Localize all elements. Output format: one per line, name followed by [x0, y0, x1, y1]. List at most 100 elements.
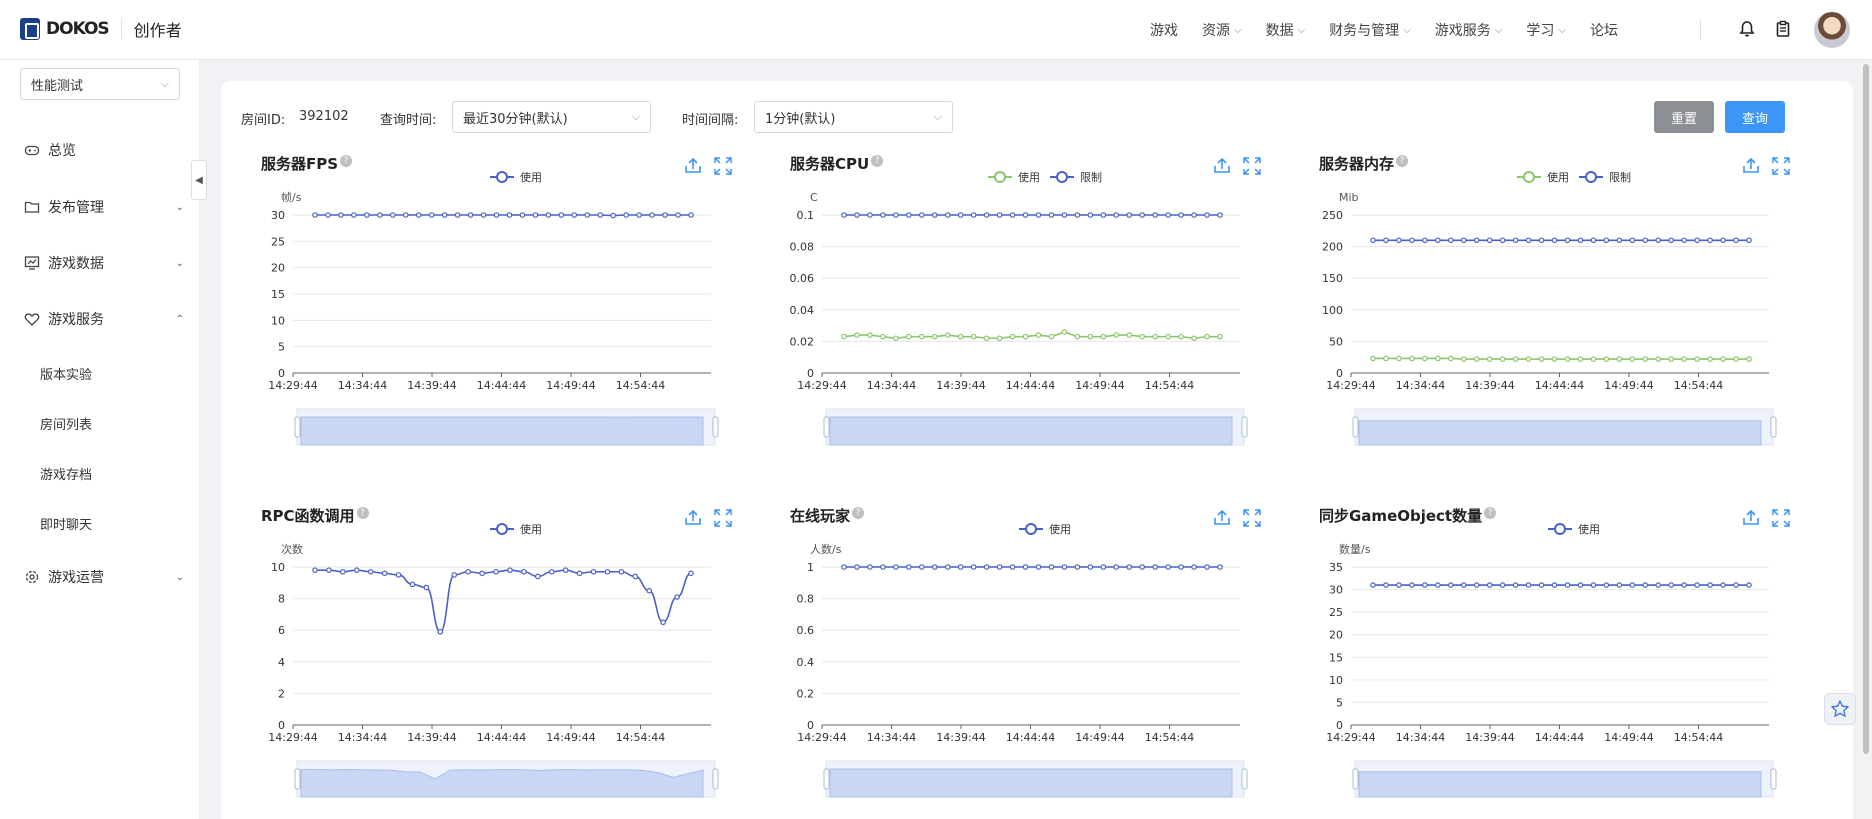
scrollbar-thumb[interactable] — [1863, 64, 1869, 754]
export-icon[interactable] — [1214, 157, 1230, 173]
legend-item[interactable]: 使用 — [490, 171, 542, 184]
data-point[interactable] — [688, 212, 694, 218]
data-point[interactable] — [1074, 333, 1081, 340]
data-point[interactable] — [1191, 564, 1197, 570]
data-point[interactable] — [1061, 329, 1068, 335]
data-point[interactable] — [1370, 582, 1376, 588]
data-point[interactable] — [338, 212, 344, 218]
sidebar-collapse-button[interactable]: ◀ — [191, 160, 207, 200]
data-point[interactable] — [1074, 564, 1081, 570]
zoom-handle-right[interactable] — [712, 768, 719, 790]
data-point[interactable] — [377, 212, 383, 218]
data-point[interactable] — [1383, 355, 1389, 362]
zoom-handle-right[interactable] — [1241, 768, 1248, 790]
data-point[interactable] — [893, 564, 899, 570]
data-point[interactable] — [480, 212, 487, 218]
data-point[interactable] — [1009, 333, 1016, 340]
data-point[interactable] — [1746, 582, 1752, 588]
zoom-handle-right[interactable] — [712, 416, 719, 438]
data-point[interactable] — [1629, 356, 1636, 362]
data-point[interactable] — [1100, 212, 1107, 218]
data-point[interactable] — [389, 212, 396, 218]
legend-item[interactable]: 使用 — [490, 523, 542, 536]
data-point[interactable] — [1409, 582, 1415, 588]
interval-select[interactable]: 1分钟(默认) ⌵ — [754, 101, 953, 133]
data-point[interactable] — [1126, 564, 1133, 570]
sidebar-item-2[interactable]: 游戏数据 ⌄ — [24, 253, 184, 273]
data-point[interactable] — [576, 570, 583, 577]
data-point[interactable] — [854, 564, 860, 570]
data-point[interactable] — [996, 335, 1003, 342]
nav-item-2[interactable]: 数据 ⌵ — [1266, 20, 1306, 40]
data-point[interactable] — [1152, 212, 1158, 218]
data-point[interactable] — [1694, 356, 1700, 362]
data-zoom-slider[interactable] — [823, 760, 1248, 798]
data-point[interactable] — [1435, 582, 1441, 588]
data-point[interactable] — [660, 619, 666, 626]
data-point[interactable] — [906, 333, 912, 340]
data-point[interactable] — [402, 212, 409, 218]
logo[interactable]: DOKOS 创作者 — [20, 17, 182, 41]
reset-button[interactable]: 重置 — [1654, 101, 1714, 133]
query-button[interactable]: 查询 — [1725, 101, 1785, 133]
data-point[interactable] — [1217, 564, 1223, 570]
data-point[interactable] — [597, 212, 604, 218]
zoom-handle-left[interactable] — [294, 768, 301, 790]
data-point[interactable] — [1126, 332, 1133, 338]
data-point[interactable] — [944, 212, 951, 218]
data-point[interactable] — [841, 212, 847, 218]
data-point[interactable] — [1629, 582, 1636, 588]
data-point[interactable] — [841, 564, 847, 570]
data-point[interactable] — [1139, 333, 1146, 340]
data-point[interactable] — [1447, 237, 1454, 244]
data-point[interactable] — [1720, 582, 1726, 588]
fullscreen-icon[interactable] — [1772, 509, 1790, 527]
data-zoom-slider[interactable] — [1352, 408, 1777, 446]
favorite-button[interactable] — [1824, 693, 1856, 725]
data-point[interactable] — [1022, 333, 1029, 340]
zoom-handle-left[interactable] — [294, 416, 301, 438]
export-icon[interactable] — [685, 157, 701, 173]
clipboard-icon[interactable] — [1774, 20, 1792, 38]
data-point[interactable] — [1668, 582, 1675, 588]
data-point[interactable] — [1616, 237, 1623, 244]
data-point[interactable] — [1694, 237, 1700, 244]
data-point[interactable] — [1100, 564, 1107, 570]
data-point[interactable] — [1009, 564, 1016, 570]
data-point[interactable] — [931, 333, 938, 340]
data-point[interactable] — [1035, 564, 1042, 570]
nav-item-3[interactable]: 财务与管理 ⌵ — [1329, 20, 1411, 40]
data-point[interactable] — [1061, 212, 1068, 218]
data-point[interactable] — [1435, 355, 1441, 362]
export-icon[interactable] — [1743, 157, 1759, 173]
export-icon[interactable] — [1743, 509, 1759, 525]
legend-item[interactable]: 限制 — [1579, 171, 1631, 184]
data-point[interactable] — [996, 212, 1003, 218]
data-point[interactable] — [367, 568, 374, 575]
data-point[interactable] — [1048, 212, 1055, 218]
zoom-handle-left[interactable] — [823, 416, 830, 438]
data-point[interactable] — [1616, 356, 1623, 362]
data-point[interactable] — [1551, 237, 1558, 244]
project-select[interactable]: 性能测试 ⌵ — [20, 68, 180, 100]
data-point[interactable] — [1733, 356, 1739, 362]
fullscreen-icon[interactable] — [1772, 157, 1790, 175]
data-point[interactable] — [1499, 356, 1506, 362]
data-point[interactable] — [1733, 237, 1739, 244]
export-icon[interactable] — [685, 509, 701, 525]
data-point[interactable] — [1655, 356, 1662, 362]
data-point[interactable] — [931, 564, 938, 570]
data-point[interactable] — [326, 567, 332, 573]
data-point[interactable] — [1178, 212, 1184, 218]
data-point[interactable] — [1655, 237, 1662, 244]
data-point[interactable] — [381, 570, 388, 577]
data-point[interactable] — [1396, 582, 1402, 588]
data-point[interactable] — [1217, 333, 1223, 340]
data-point[interactable] — [1733, 582, 1739, 588]
data-point[interactable] — [1460, 582, 1467, 588]
data-point[interactable] — [395, 572, 402, 578]
data-point[interactable] — [906, 212, 912, 218]
data-point[interactable] — [1217, 212, 1223, 218]
data-point[interactable] — [1191, 335, 1197, 342]
data-point[interactable] — [957, 212, 964, 218]
